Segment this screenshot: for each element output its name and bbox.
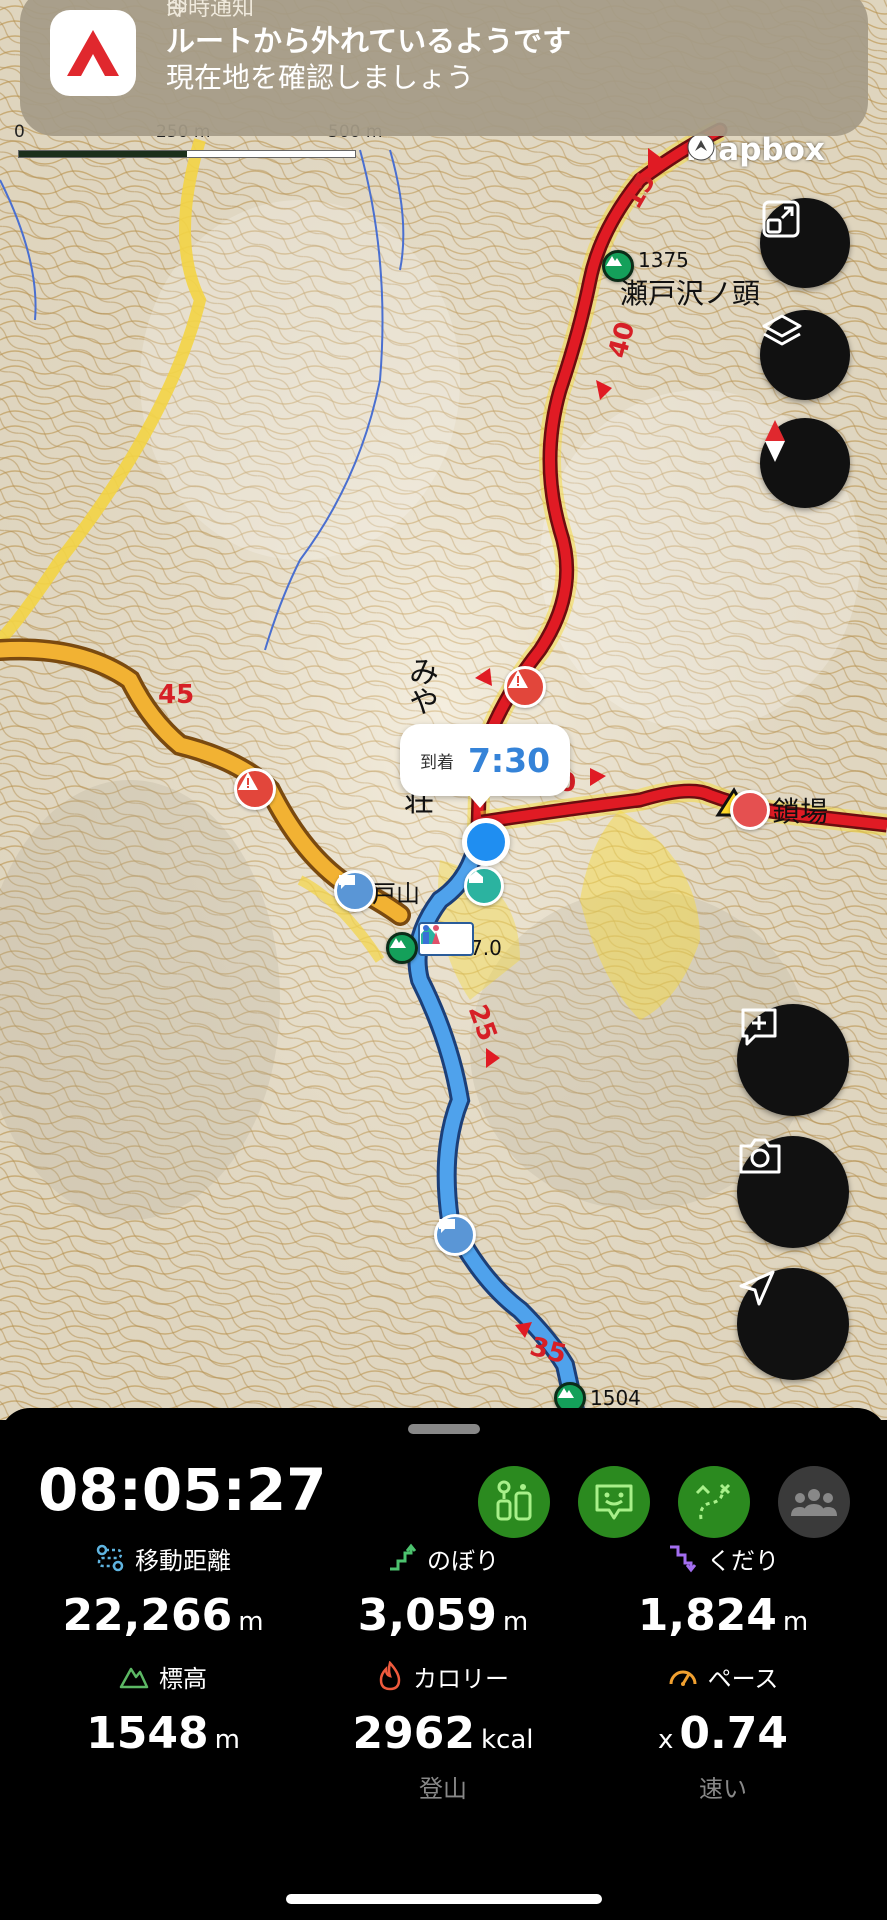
stat-unit: kcal bbox=[480, 1725, 534, 1755]
kusariba-label: 鎖場 bbox=[772, 795, 829, 828]
current-location-dot bbox=[462, 818, 510, 866]
stat-calories: カロリー 2962 kcal 登山 bbox=[298, 1660, 588, 1804]
stat-pace: ペース x 0.74 速い bbox=[578, 1660, 868, 1804]
drag-handle[interactable] bbox=[408, 1424, 480, 1434]
stat-sub-label: 登山 bbox=[419, 1775, 467, 1803]
stat-elevation: 標高 1548 m bbox=[18, 1660, 308, 1760]
message-button[interactable] bbox=[578, 1466, 650, 1538]
notification-body: 現在地を確認しましょう bbox=[166, 61, 475, 94]
peak-elevation: 7.0 bbox=[470, 936, 502, 960]
arrival-time: 7:30 bbox=[467, 740, 551, 780]
mountain-icon bbox=[390, 938, 406, 948]
app-icon bbox=[50, 10, 136, 96]
compass-icon bbox=[765, 420, 785, 462]
warning-marker[interactable] bbox=[504, 666, 546, 708]
mapbox-attribution[interactable]: mapbox bbox=[686, 132, 825, 168]
arrival-label: 到着 bbox=[419, 752, 454, 773]
scale-label-zero: 0 bbox=[14, 122, 25, 142]
stat-value: 2962 bbox=[352, 1708, 475, 1759]
route-guide-button[interactable] bbox=[678, 1466, 750, 1538]
stat-label: カロリー bbox=[413, 1664, 509, 1693]
stat-ascent: のぼり 3,059 m bbox=[298, 1542, 588, 1641]
map-layers-button[interactable] bbox=[760, 310, 850, 400]
stat-unit: m bbox=[502, 1607, 529, 1637]
add-note-icon bbox=[741, 1008, 777, 1046]
ascent-icon bbox=[390, 1543, 417, 1571]
scale-bar-fill bbox=[19, 151, 187, 157]
notification-title: ルートから外れているようです bbox=[166, 24, 572, 58]
push-notification[interactable]: 即時通知 今 ルートから外れているようです 現在地を確認しましょう bbox=[20, 0, 868, 136]
warning-icon bbox=[238, 772, 258, 790]
stat-value: 22,266 bbox=[62, 1590, 233, 1641]
elapsed-time: 08:05:27 bbox=[38, 1456, 327, 1524]
toilet-icon bbox=[423, 925, 440, 944]
hut-marker[interactable] bbox=[464, 866, 504, 906]
current-location-button[interactable] bbox=[737, 1268, 849, 1380]
peak-elevation: 1504 bbox=[590, 1386, 641, 1410]
flame-icon bbox=[379, 1661, 401, 1691]
stat-prefix: x bbox=[658, 1725, 674, 1755]
fit-bounds-icon bbox=[762, 200, 800, 238]
yamap-logo-icon bbox=[67, 30, 119, 76]
stat-unit: m bbox=[238, 1607, 264, 1637]
chat-icon bbox=[339, 875, 355, 889]
stat-sub-label: 速い bbox=[699, 1775, 747, 1803]
activity-panel[interactable]: 08:05:27 移動距離 22,266 m のぼり 3,059 m くだり 1,8… bbox=[0, 1408, 887, 1920]
stat-value: 0.74 bbox=[679, 1708, 788, 1759]
arrival-time-bubble: 到着 7:30 bbox=[400, 724, 570, 808]
checkpoint-button[interactable] bbox=[478, 1466, 550, 1538]
stat-label: 移動距離 bbox=[135, 1546, 231, 1575]
stat-value: 1548 bbox=[86, 1708, 209, 1759]
layers-icon bbox=[762, 314, 802, 346]
peak-marker[interactable] bbox=[386, 932, 418, 964]
mountain-icon bbox=[558, 1388, 574, 1398]
route-icon bbox=[695, 1483, 731, 1520]
camera-icon bbox=[739, 1138, 781, 1174]
peak-name: 瀬戸沢ノ頭 bbox=[620, 277, 761, 310]
hut-icon bbox=[469, 871, 483, 883]
descent-icon bbox=[670, 1545, 697, 1573]
stat-distance: 移動距離 22,266 m bbox=[18, 1542, 308, 1641]
camera-button[interactable] bbox=[737, 1136, 849, 1248]
hut-name: みや bbox=[403, 656, 438, 716]
peak-elevation: 1375 bbox=[638, 248, 689, 272]
mountain-name: 戸山 bbox=[372, 880, 420, 908]
elevation-icon bbox=[119, 1667, 149, 1689]
warning-marker[interactable] bbox=[234, 768, 276, 810]
checkpoint-icon bbox=[496, 1480, 532, 1521]
warning-icon bbox=[508, 670, 528, 688]
group-icon bbox=[791, 1489, 837, 1516]
mountain-icon bbox=[606, 256, 622, 266]
map-view[interactable]: 15 40 45 5 30 25 35 1375 瀬戸沢ノ頭 みや 荘 鎖場 1… bbox=[0, 0, 887, 1420]
stat-label: 標高 bbox=[159, 1664, 207, 1693]
stat-value: 1,824 bbox=[637, 1590, 777, 1641]
smile-chat-icon bbox=[595, 1484, 633, 1520]
stat-label: ペース bbox=[707, 1664, 779, 1693]
gauge-icon bbox=[669, 1670, 697, 1686]
trail-time-label: 45 bbox=[158, 680, 195, 710]
fit-route-button[interactable] bbox=[760, 198, 850, 288]
kusariba-marker[interactable] bbox=[730, 790, 770, 830]
stat-unit: m bbox=[782, 1607, 809, 1637]
add-memo-button[interactable] bbox=[737, 1004, 849, 1116]
stat-unit: m bbox=[214, 1725, 240, 1755]
navigation-arrow-icon bbox=[739, 1270, 775, 1306]
toilet-marker[interactable] bbox=[418, 922, 474, 956]
chat-icon bbox=[439, 1219, 455, 1233]
group-button[interactable] bbox=[778, 1466, 850, 1538]
compass-button[interactable] bbox=[760, 418, 850, 508]
comment-marker[interactable] bbox=[334, 870, 376, 912]
stat-value: 3,059 bbox=[357, 1590, 497, 1641]
route-distance-icon bbox=[96, 1544, 124, 1572]
stat-descent: くだり 1,824 m bbox=[578, 1542, 868, 1641]
mapbox-icon bbox=[687, 133, 715, 161]
stat-label: くだり bbox=[707, 1546, 779, 1575]
comment-marker[interactable] bbox=[434, 1214, 476, 1256]
peak-marker[interactable] bbox=[602, 250, 634, 282]
stat-label: のぼり bbox=[427, 1546, 499, 1575]
home-indicator[interactable] bbox=[286, 1894, 602, 1904]
